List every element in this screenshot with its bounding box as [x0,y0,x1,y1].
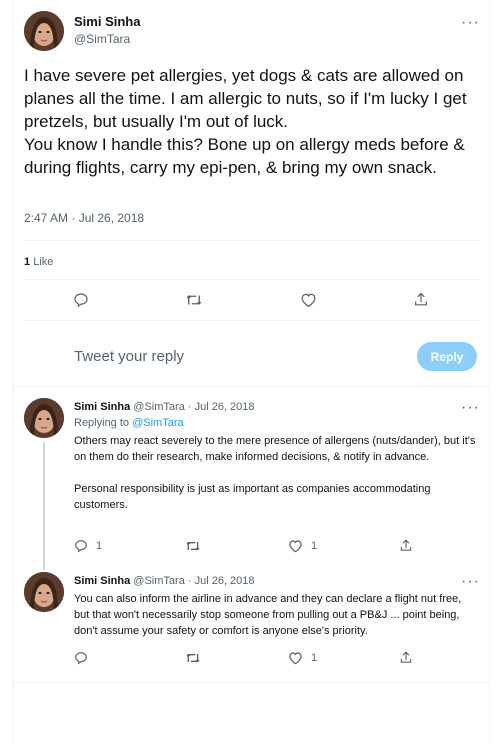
retweet-icon[interactable] [185,292,203,308]
reply-button[interactable]: Reply [417,342,477,371]
divider [13,386,489,387]
like-count: 1 [311,540,318,552]
avatar[interactable] [24,572,64,612]
divider [13,682,489,683]
replying-to: Replying to @SimTara [74,417,184,429]
like-count-row[interactable]: 1 Like [24,256,53,268]
reply-input[interactable]: Tweet your reply [74,348,404,365]
share-icon[interactable] [413,291,429,308]
like-count-label: Like [33,256,54,268]
reply-count: 1 [96,540,103,552]
more-icon[interactable]: ··· [461,400,480,416]
author-name[interactable]: Simi Sinha [74,575,130,587]
avatar[interactable] [24,398,64,438]
share-icon[interactable] [399,650,413,665]
reply-icon[interactable] [73,292,89,308]
divider [24,279,479,280]
replying-handle[interactable]: @SimTara [132,417,184,429]
like-count: 1 [24,256,31,268]
retweet-icon[interactable] [185,651,201,665]
like-icon[interactable]: 1 [288,539,317,553]
reply-text: You can also inform the airline in advan… [74,593,462,637]
avatar[interactable] [24,11,64,51]
tweet-timestamp[interactable]: 2:47 AM · Jul 26, 2018 [24,211,144,225]
tweet-text: I have severe pet allergies, yet dogs & … [24,66,467,177]
reply-icon[interactable]: 1 [74,539,102,553]
reply-header: Simi Sinha @SimTara · Jul 26, 2018 [74,401,255,413]
divider [24,240,479,241]
replying-prefix: Replying to [74,417,133,429]
reply-meta[interactable]: @SimTara · Jul 26, 2018 [130,575,254,587]
divider [24,320,479,321]
reply-text: Others may react severely to the mere pr… [74,435,476,511]
share-icon[interactable] [399,538,413,553]
tweet-thread: Simi Sinha @SimTara ··· I have severe pe… [12,0,490,744]
author-handle[interactable]: @SimTara [74,32,130,46]
author-name[interactable]: Simi Sinha [74,14,140,29]
retweet-icon[interactable] [185,539,201,553]
like-count: 1 [311,652,318,664]
reply-meta[interactable]: @SimTara · Jul 26, 2018 [130,401,254,413]
author-name[interactable]: Simi Sinha [74,401,130,413]
reply-header: Simi Sinha @SimTara · Jul 26, 2018 [74,575,255,587]
reply-icon[interactable] [74,651,96,665]
more-icon[interactable]: ··· [461,574,480,590]
like-icon[interactable] [300,292,317,308]
more-icon[interactable]: ··· [461,15,480,31]
like-icon[interactable]: 1 [288,651,317,665]
thread-line [43,442,45,570]
